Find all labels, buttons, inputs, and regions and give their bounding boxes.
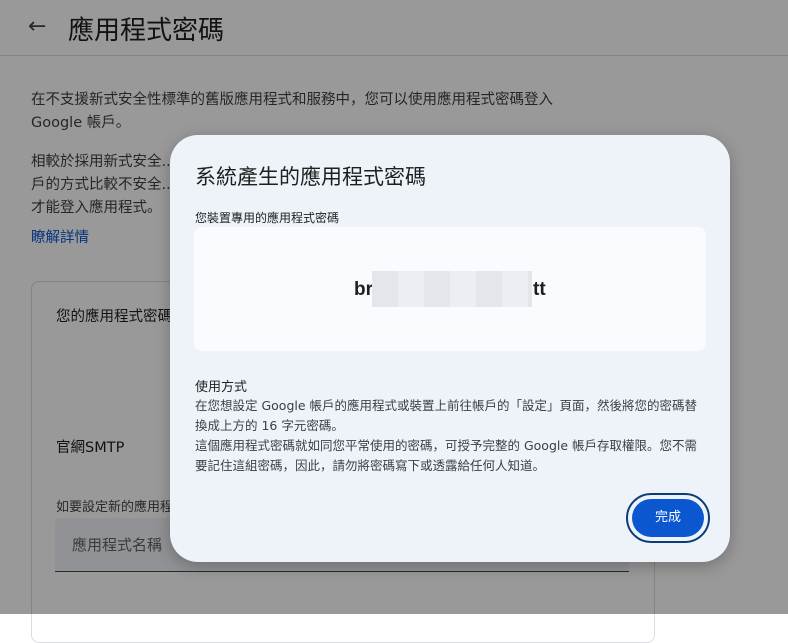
password-redaction <box>372 271 532 307</box>
usage-line-2: 這個應用程式密碼就如同您平常使用的密碼，可授予完整的 Google 帳戶存取權限… <box>195 438 698 473</box>
usage-title: 使用方式 <box>195 380 248 395</box>
usage-line-1: 在您想設定 Google 帳戶的應用程式或裝置上前往帳戶的「設定」頁面，然後將您… <box>195 398 698 433</box>
password-text-start: br <box>354 279 373 300</box>
generated-password-dialog: 系統產生的應用程式密碼 您裝置專用的應用程式密碼 br tt 使用方式 在您想設… <box>170 135 730 562</box>
done-button[interactable]: 完成 <box>632 499 704 537</box>
usage-instructions: 在您想設定 Google 帳戶的應用程式或裝置上前往帳戶的「設定」頁面，然後將您… <box>195 396 703 476</box>
password-label: 您裝置專用的應用程式密碼 <box>195 211 340 225</box>
password-display: br tt <box>194 227 706 351</box>
dialog-title: 系統產生的應用程式密碼 <box>195 165 426 189</box>
password-text-end: tt <box>533 279 546 300</box>
